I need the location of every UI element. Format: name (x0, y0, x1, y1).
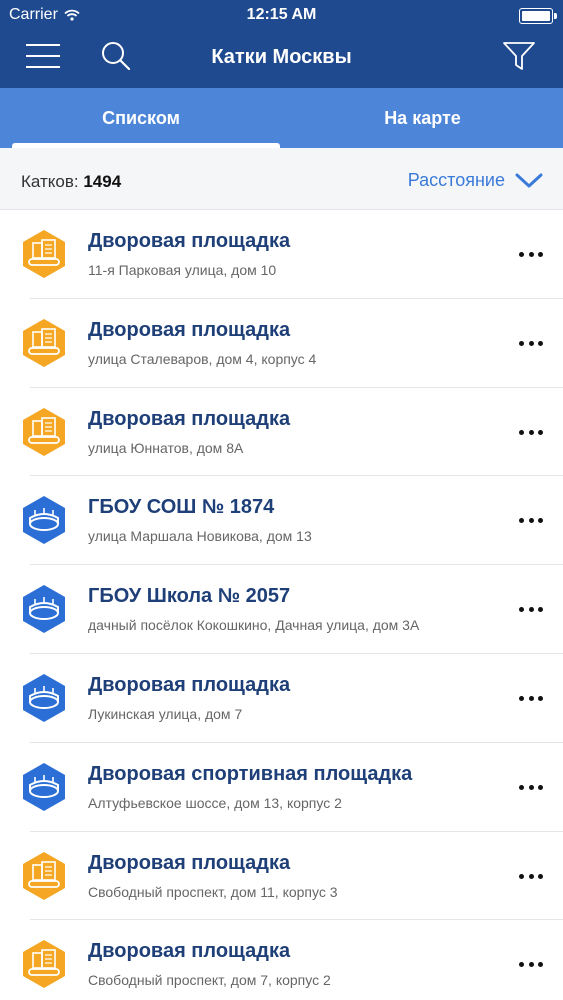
navigation-bar: Катки Москвы (0, 30, 563, 88)
more-options-icon[interactable] (519, 607, 543, 613)
stadium-icon (23, 496, 65, 545)
list-item-title: Дворовая площадка (88, 940, 291, 963)
status-bar: Carrier 12:15 AM (0, 0, 563, 30)
battery-icon (519, 8, 557, 24)
list-item-address: улица Юннатов, дом 8А (88, 439, 244, 456)
status-time: 12:15 AM (246, 6, 317, 23)
list-item[interactable]: Дворовая площадка Свободный проспект, дом… (0, 920, 563, 1000)
list-item[interactable]: Дворовая площадка улица Юннатов, дом 8А (0, 388, 563, 477)
list-item-title: Дворовая площадка (88, 673, 291, 696)
list-item[interactable]: Дворовая площадка улица Сталеваров, дом 4… (0, 299, 563, 388)
list-item-address: дачный посёлок Кокошкино, Дачная улица, … (88, 617, 420, 634)
sort-dropdown[interactable]: Расстояние (408, 170, 543, 191)
list-item[interactable]: Дворовая спортивная площадка Алтуфьевское… (0, 743, 563, 832)
tab-map-label: На карте (384, 108, 461, 128)
yard-building-icon (23, 940, 65, 989)
list-item-title: Дворовая площадка (88, 407, 291, 430)
list-item-address: 11-я Парковая улица, дом 10 (88, 262, 277, 278)
yard-building-icon (23, 851, 65, 900)
list-item-address: Алтуфьевское шоссе, дом 13, корпус 2 (88, 794, 342, 811)
more-options-icon[interactable] (519, 518, 543, 524)
list-item-title: Дворовая спортивная площадка (88, 762, 413, 785)
list-item-title: ГБОУ СОШ № 1874 (88, 496, 275, 519)
more-options-icon[interactable] (519, 695, 543, 702)
list-item[interactable]: Дворовая площадка 11-я Парковая улица, до… (0, 210, 563, 299)
yard-building-icon (23, 407, 65, 456)
page-title: Катки Москвы (211, 46, 352, 68)
more-options-icon[interactable] (519, 429, 543, 436)
tab-map[interactable]: На карте (282, 88, 563, 148)
list-item-title: Дворовая площадка (88, 230, 291, 252)
list-item-address: улица Сталеваров, дом 4, корпус 4 (88, 350, 317, 367)
list-item[interactable]: Дворовая площадка Свободный проспект, дом… (0, 832, 563, 921)
sort-label: Расстояние (407, 170, 505, 190)
yard-building-icon (23, 318, 65, 367)
more-options-icon[interactable] (519, 873, 543, 880)
more-options-icon[interactable] (519, 962, 543, 968)
rink-list: Дворовая площадка 11-я Парковая улица, до… (0, 210, 563, 1000)
list-item-address: улица Маршала Новикова, дом 13 (88, 528, 312, 545)
stadium-icon (23, 585, 65, 634)
yard-building-icon (23, 230, 65, 278)
tab-list[interactable]: Списком (0, 88, 282, 148)
rink-count: Катков: 1494 (21, 172, 121, 192)
list-item[interactable]: Дворовая площадка Лукинская улица, дом 7 (0, 654, 563, 743)
more-options-icon[interactable] (519, 784, 543, 791)
more-options-icon[interactable] (519, 340, 543, 347)
list-summary: Катков: 1494 Расстояние (0, 148, 563, 210)
list-item[interactable]: ГБОУ СОШ № 1874 улица Маршала Новикова, д… (0, 476, 563, 566)
rink-count-label: Катков: (21, 172, 79, 191)
list-item-address: Свободный проспект, дом 11, корпус 3 (88, 883, 338, 900)
filter-funnel-icon[interactable] (502, 40, 536, 72)
tab-list-label: Списком (102, 108, 180, 128)
list-item[interactable]: ГБОУ Школа № 2057 дачный посёлок Кокошкин… (0, 565, 563, 654)
list-item-title: Дворовая площадка (88, 851, 291, 874)
list-item-title: ГБОУ Школа № 2057 (88, 585, 291, 608)
chevron-down-icon (515, 173, 543, 187)
list-item-address: Свободный проспект, дом 7, корпус 2 (88, 972, 331, 989)
rink-count-value: 1494 (83, 172, 122, 191)
stadium-icon (23, 762, 65, 811)
more-options-icon[interactable] (519, 252, 543, 258)
app-header: Carrier 12:15 AM Катки Москвы (0, 0, 563, 88)
view-tabs: Списком На карте (0, 88, 563, 148)
stadium-icon (23, 673, 65, 722)
list-item-address: Лукинская улица, дом 7 (88, 705, 243, 722)
list-item-title: Дворовая площадка (88, 318, 291, 341)
